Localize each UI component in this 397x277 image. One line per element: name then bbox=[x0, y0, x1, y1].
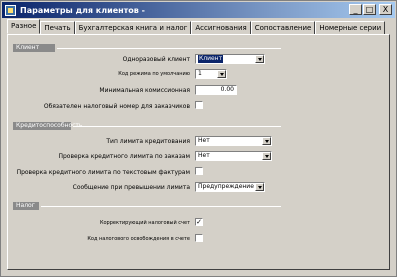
tax-number-required-checkbox[interactable] bbox=[195, 101, 203, 109]
maximize-button[interactable]: □ bbox=[363, 4, 376, 15]
check-text-invoices-label: Проверка кредитного лимита по текстовым … bbox=[16, 169, 190, 176]
exceed-message-value: Предупреждение bbox=[198, 183, 254, 190]
group-divider bbox=[73, 126, 281, 127]
one-time-customer-label: Одноразовый клиент bbox=[122, 56, 190, 63]
check-orders-label: Проверка кредитного лимита по заказам bbox=[58, 153, 190, 160]
min-commission-input[interactable]: 0.00 bbox=[195, 85, 237, 95]
default-mode-select[interactable]: 1 bbox=[195, 69, 227, 79]
exceed-message-select[interactable]: Предупреждение bbox=[195, 182, 265, 192]
default-mode-label: Код режима по умолчанию bbox=[118, 71, 190, 77]
tab-matching[interactable]: Сопоставление bbox=[250, 21, 316, 34]
check-text-invoices-checkbox[interactable] bbox=[195, 167, 203, 175]
chevron-down-icon[interactable] bbox=[217, 70, 226, 78]
min-commission-label: Минимальная комиссионная bbox=[99, 87, 190, 94]
check-orders-value: Нет bbox=[198, 152, 210, 159]
correction-invoice-checkbox[interactable] bbox=[195, 218, 203, 226]
exemption-code-label: Код налогового освобождения в счете bbox=[87, 236, 190, 242]
group-header-tax: Налог bbox=[13, 202, 39, 210]
group-header-client: Клиент bbox=[13, 44, 55, 52]
exemption-code-checkbox[interactable] bbox=[195, 234, 203, 242]
chevron-down-icon[interactable] bbox=[262, 152, 271, 160]
group-divider bbox=[41, 206, 281, 207]
chevron-down-icon[interactable] bbox=[255, 55, 264, 63]
window-controls: _ □ X bbox=[349, 4, 392, 15]
group-divider bbox=[57, 48, 281, 49]
correction-invoice-label: Корректирующий налоговый счет bbox=[99, 220, 190, 226]
one-time-customer-value: Клиент bbox=[198, 55, 224, 63]
limit-type-value: Нет bbox=[198, 137, 210, 144]
window-title: Параметры для клиентов - bbox=[20, 5, 145, 15]
group-header-credit: Кредитоспособность bbox=[13, 122, 82, 130]
check-orders-select[interactable]: Нет bbox=[195, 151, 272, 161]
limit-type-label: Тип лимита кредитования bbox=[106, 138, 190, 145]
title-bar[interactable]: Параметры для клиентов - _ □ X bbox=[2, 2, 395, 18]
exceed-message-label: Сообщение при превышении лимита bbox=[72, 184, 190, 191]
default-mode-value: 1 bbox=[198, 70, 202, 77]
client-parameters-window: Параметры для клиентов - _ □ X Разное Пе… bbox=[0, 0, 397, 277]
limit-type-select[interactable]: Нет bbox=[195, 136, 272, 146]
one-time-customer-select[interactable]: Клиент bbox=[195, 54, 265, 64]
chevron-down-icon[interactable] bbox=[262, 137, 271, 145]
app-icon bbox=[5, 4, 16, 16]
close-button[interactable]: X bbox=[379, 4, 392, 15]
minimize-button[interactable]: _ bbox=[349, 4, 362, 15]
tab-number-series[interactable]: Номерные серии bbox=[315, 21, 386, 34]
chevron-down-icon[interactable] bbox=[255, 183, 264, 191]
tab-strip: Разное Печать Бухгалтерская книга и нало… bbox=[7, 19, 386, 34]
tax-number-required-label: Обязателен налоговый номер для заказчико… bbox=[43, 103, 190, 110]
tab-ledger-and-tax[interactable]: Бухгалтерская книга и налог bbox=[74, 21, 192, 34]
tab-misc[interactable]: Разное bbox=[7, 19, 41, 34]
tab-print[interactable]: Печать bbox=[40, 21, 75, 34]
tab-allocations[interactable]: Ассигнования bbox=[191, 21, 251, 34]
